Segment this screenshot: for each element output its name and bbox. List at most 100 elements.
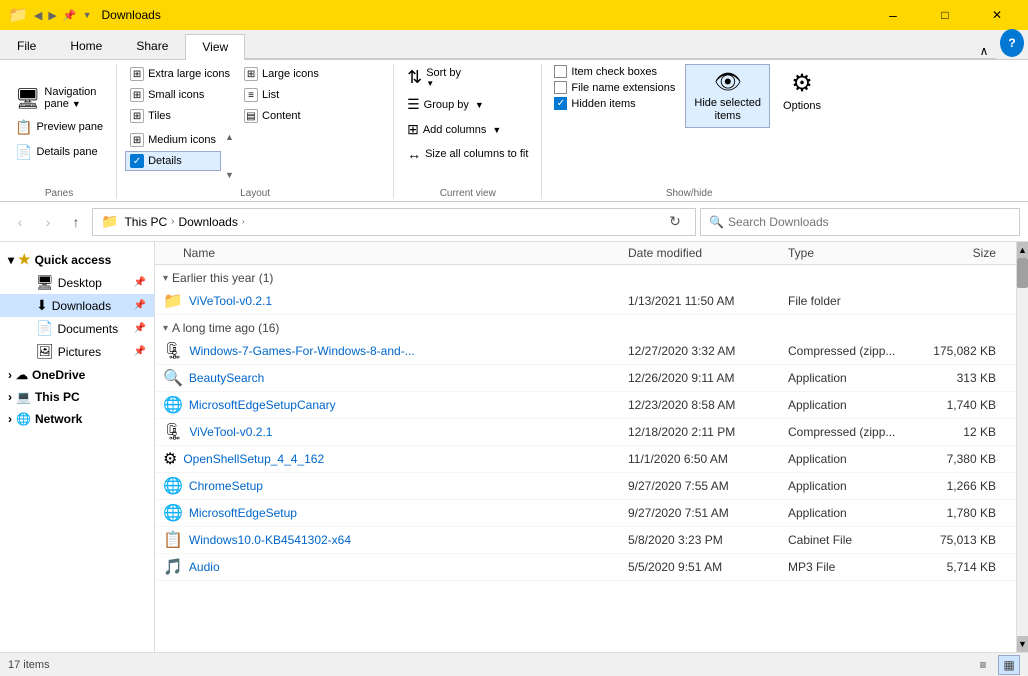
large-icons-btn[interactable]: ⊞ Large icons [239,64,324,84]
file-name: ViVeTool-v0.2.1 [189,294,628,308]
up-btn[interactable]: ↑ [64,210,88,234]
extra-large-icons-btn[interactable]: ⊞ Extra large icons [125,64,235,84]
file-name-extensions-toggle[interactable]: File name extensions [550,80,679,95]
col-header-size[interactable]: Size [918,246,1008,260]
size-all-btn[interactable]: ↔ Size all columns to fit [402,143,533,165]
refresh-btn[interactable]: ↻ [663,210,687,234]
ribbon-group-layout: ⊞ Extra large icons ⊞ Small icons ⊞ Tile… [117,64,394,199]
table-row[interactable]: 📁 ViVeTool-v0.2.1 1/13/2021 11:50 AM Fil… [155,288,1016,315]
scroll-thumb[interactable] [1017,258,1028,288]
navigation-pane-btn[interactable]: 🖥 Navigation pane ▼ [10,83,101,114]
quick-access-star-icon: ★ [18,251,31,268]
item-check-boxes-toggle[interactable]: Item check boxes [550,64,679,79]
file-date: 9/27/2020 7:51 AM [628,506,788,520]
layout-scroll-up[interactable]: ▲ [225,132,234,142]
radio-content: ▤ [244,109,258,123]
table-row[interactable]: 🎵 Audio 5/5/2020 9:51 AM MP3 File 5,714 … [155,554,1016,581]
table-row[interactable]: 🌐 ChromeSetup 9/27/2020 7:55 AM Applicat… [155,473,1016,500]
scrollbar[interactable]: ▲ ▼ [1016,242,1028,652]
table-row[interactable]: ⚙ OpenShellSetup_4_4_162 11/1/2020 6:50 … [155,446,1016,473]
onedrive-label: OneDrive [32,368,85,382]
sidebar-item-pictures[interactable]: 🖼 Pictures 📌 [0,340,154,363]
breadcrumb-downloads[interactable]: Downloads [176,215,239,229]
sidebar-item-documents[interactable]: 📄 Documents 📌 [0,317,154,340]
file-size: 7,380 KB [918,452,1008,466]
tab-file[interactable]: File [0,33,53,59]
network-arrow: › [8,412,12,426]
help-btn[interactable]: ? [1000,29,1024,57]
table-row[interactable]: 🌐 MicrosoftEdgeSetup 9/27/2020 7:51 AM A… [155,500,1016,527]
search-box[interactable]: 🔍 [700,208,1020,236]
tab-share[interactable]: Share [119,33,185,59]
sidebar-item-downloads[interactable]: ⬇ Downloads 📌 [0,294,154,317]
table-row[interactable]: 🌐 MicrosoftEdgeSetupCanary 12/23/2020 8:… [155,392,1016,419]
scroll-track[interactable] [1017,258,1028,636]
hidden-items-checkbox[interactable]: ✓ [554,97,567,110]
detail-view-btn[interactable]: ▦ [998,655,1020,675]
table-row[interactable]: 🗜 ViVeTool-v0.2.1 12/18/2020 2:11 PM Com… [155,419,1016,446]
file-name-ext-checkbox[interactable] [554,81,567,94]
file-date: 12/23/2020 8:58 AM [628,398,788,412]
options-btn[interactable]: ⚙ Options [776,64,828,117]
hidden-items-toggle[interactable]: ✓ Hidden items [550,96,679,111]
network-icon: 🌐 [16,412,31,426]
table-row[interactable]: 🗜 Windows-7-Games-For-Windows-8-and-... … [155,338,1016,365]
minimize-button[interactable]: – [870,0,916,30]
group-earlier-this-year[interactable]: ▾ Earlier this year (1) [155,265,1016,288]
file-icon-vivetool-folder: 📁 [163,291,183,311]
tab-home[interactable]: Home [53,33,119,59]
onedrive-header[interactable]: › ☁ OneDrive [0,365,154,385]
statusbar: 17 items ≡ ▦ [0,652,1028,676]
content-btn[interactable]: ▤ Content [239,106,324,126]
table-row[interactable]: 🔍 BeautySearch 12/26/2020 9:11 AM Applic… [155,365,1016,392]
this-pc-section: › 💻 This PC [0,387,154,407]
scroll-up-btn[interactable]: ▲ [1017,242,1028,258]
details-btn[interactable]: ✓ Details [125,151,221,171]
view-toggle-group: ≡ ▦ [972,655,1020,675]
tiles-btn[interactable]: ⊞ Tiles [125,106,235,126]
col-header-name[interactable]: Name [163,246,628,260]
sort-by-btn[interactable]: ⇅ Sort by ▼ [402,64,466,91]
close-button[interactable]: ✕ [974,0,1020,30]
group-by-btn[interactable]: ☰ Group by ▼ [402,93,489,116]
ribbon-expand-btn[interactable]: ∧ [972,44,996,59]
item-check-boxes-checkbox[interactable] [554,65,567,78]
breadcrumb-this-pc[interactable]: This PC [122,215,169,229]
maximize-button[interactable]: □ [922,0,968,30]
search-icon: 🔍 [709,215,724,229]
list-view-btn[interactable]: ≡ [972,655,994,675]
back-btn[interactable]: ‹ [8,210,32,234]
list-btn[interactable]: ≡ List [239,85,324,105]
ribbon-tabs: File Home Share View ∧ ? [0,30,1028,60]
ribbon: 🖥 Navigation pane ▼ 📋 Preview pane 📄 Det… [0,60,1028,202]
add-columns-btn[interactable]: ⊞ Add columns ▼ [402,118,506,141]
show-hide-label: Show/hide [550,184,828,199]
medium-icons-btn[interactable]: ⊞ Medium icons [125,130,221,150]
scroll-down-btn[interactable]: ▼ [1017,636,1028,652]
layout-scroll-down[interactable]: ▼ [225,170,234,180]
preview-pane-btn[interactable]: 📋 Preview pane [10,116,108,139]
sidebar: ▾ ★ Quick access 🖥 Desktop 📌 ⬇ Downloads… [0,242,155,652]
hide-selected-btn[interactable]: 👁 Hide selecteditems [685,64,770,128]
sidebar-item-desktop[interactable]: 🖥 Desktop 📌 [0,271,154,294]
file-icon-edge-canary: 🌐 [163,395,183,415]
panes-label: Panes [10,184,108,199]
group-long-time-ago[interactable]: ▾ A long time ago (16) [155,315,1016,338]
quick-access-header[interactable]: ▾ ★ Quick access [0,248,154,271]
this-pc-header[interactable]: › 💻 This PC [0,387,154,407]
titlebar-folder-icon: 📁 [8,5,28,25]
quick-access-arrow: ▾ [8,253,14,267]
search-input[interactable] [728,215,1011,229]
network-header[interactable]: › 🌐 Network [0,409,154,429]
details-pane-btn[interactable]: 📄 Details pane [10,141,103,164]
forward-btn[interactable]: › [36,210,60,234]
table-row[interactable]: 📋 Windows10.0-KB4541302-x64 5/8/2020 3:2… [155,527,1016,554]
col-header-date[interactable]: Date modified [628,246,788,260]
file-size: 75,013 KB [918,533,1008,547]
address-box[interactable]: 📁 This PC › Downloads › ↻ [92,208,696,236]
col-header-type[interactable]: Type [788,246,918,260]
radio-lg: ⊞ [244,67,258,81]
small-icons-btn[interactable]: ⊞ Small icons [125,85,235,105]
preview-icon: 📋 [15,119,32,136]
tab-view[interactable]: View [185,34,245,60]
